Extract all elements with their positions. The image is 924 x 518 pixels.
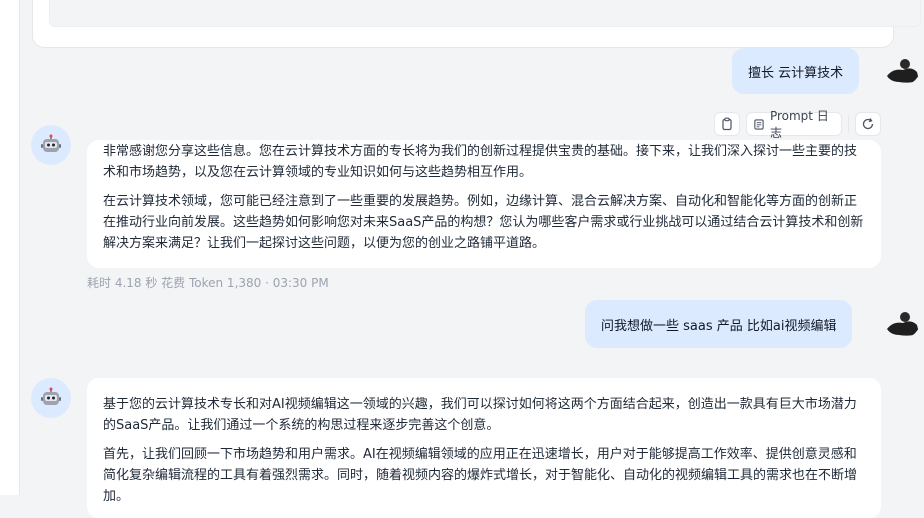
- bot-message-paragraph: 基于您的云计算技术专长和对AI视频编辑这一领域的兴趣，我们可以探讨如何将这两个方…: [103, 397, 857, 433]
- copy-button[interactable]: [714, 112, 740, 136]
- toolbar-divider: [848, 115, 849, 133]
- user-message-text: 问我想做一些 saas 产品 比如ai视频编辑: [601, 318, 837, 334]
- user-message-bubble: 问我想做一些 saas 产品 比如ai视频编辑: [585, 300, 853, 348]
- left-rail: [0, 0, 20, 495]
- prompt-log-button[interactable]: Prompt 日志: [746, 109, 842, 140]
- bot-message-paragraph: 首先，让我们回顾一下市场趋势和用户需求。AI在视频编辑领域的应用正在迅速增长，用…: [103, 447, 858, 504]
- document-icon: [754, 118, 764, 130]
- robot-icon: [41, 387, 61, 405]
- user-message-text: 擅长 云计算技术: [748, 65, 844, 81]
- message-textarea[interactable]: [49, 0, 921, 27]
- robot-icon: [41, 134, 61, 152]
- clipboard-icon: [722, 117, 732, 131]
- bot-avatar: [31, 125, 71, 165]
- message-meta: 耗时 4.18 秒 花费 Token 1,380 · 03:30 PM: [87, 276, 329, 290]
- bot-message-paragraph: 非常感谢您分享这些信息。您在云计算技术方面的专长将为我们的创新过程提供宝贵的基础…: [103, 144, 858, 180]
- message-input-card: [32, 0, 921, 48]
- user-avatar: [881, 299, 921, 339]
- message-toolbar: Prompt 日志: [714, 109, 881, 140]
- bot-avatar: [31, 378, 71, 418]
- bot-message-card: 基于您的云计算技术专长和对AI视频编辑这一领域的兴趣，我们可以探讨如何将这两个方…: [87, 378, 881, 518]
- regenerate-button[interactable]: [855, 112, 881, 136]
- bot-message-card: 非常感谢您分享这些信息。您在云计算技术方面的专长将为我们的创新过程提供宝贵的基础…: [87, 140, 881, 268]
- user-avatar: [881, 46, 921, 86]
- refresh-icon: [862, 118, 874, 130]
- prompt-log-label: Prompt 日志: [769, 109, 829, 140]
- bot-message-paragraph: 在云计算技术领域，您可能已经注意到了一些重要的发展趋势。例如，边缘计算、混合云解…: [103, 194, 864, 251]
- user-message-bubble: 擅长 云计算技术: [732, 48, 860, 94]
